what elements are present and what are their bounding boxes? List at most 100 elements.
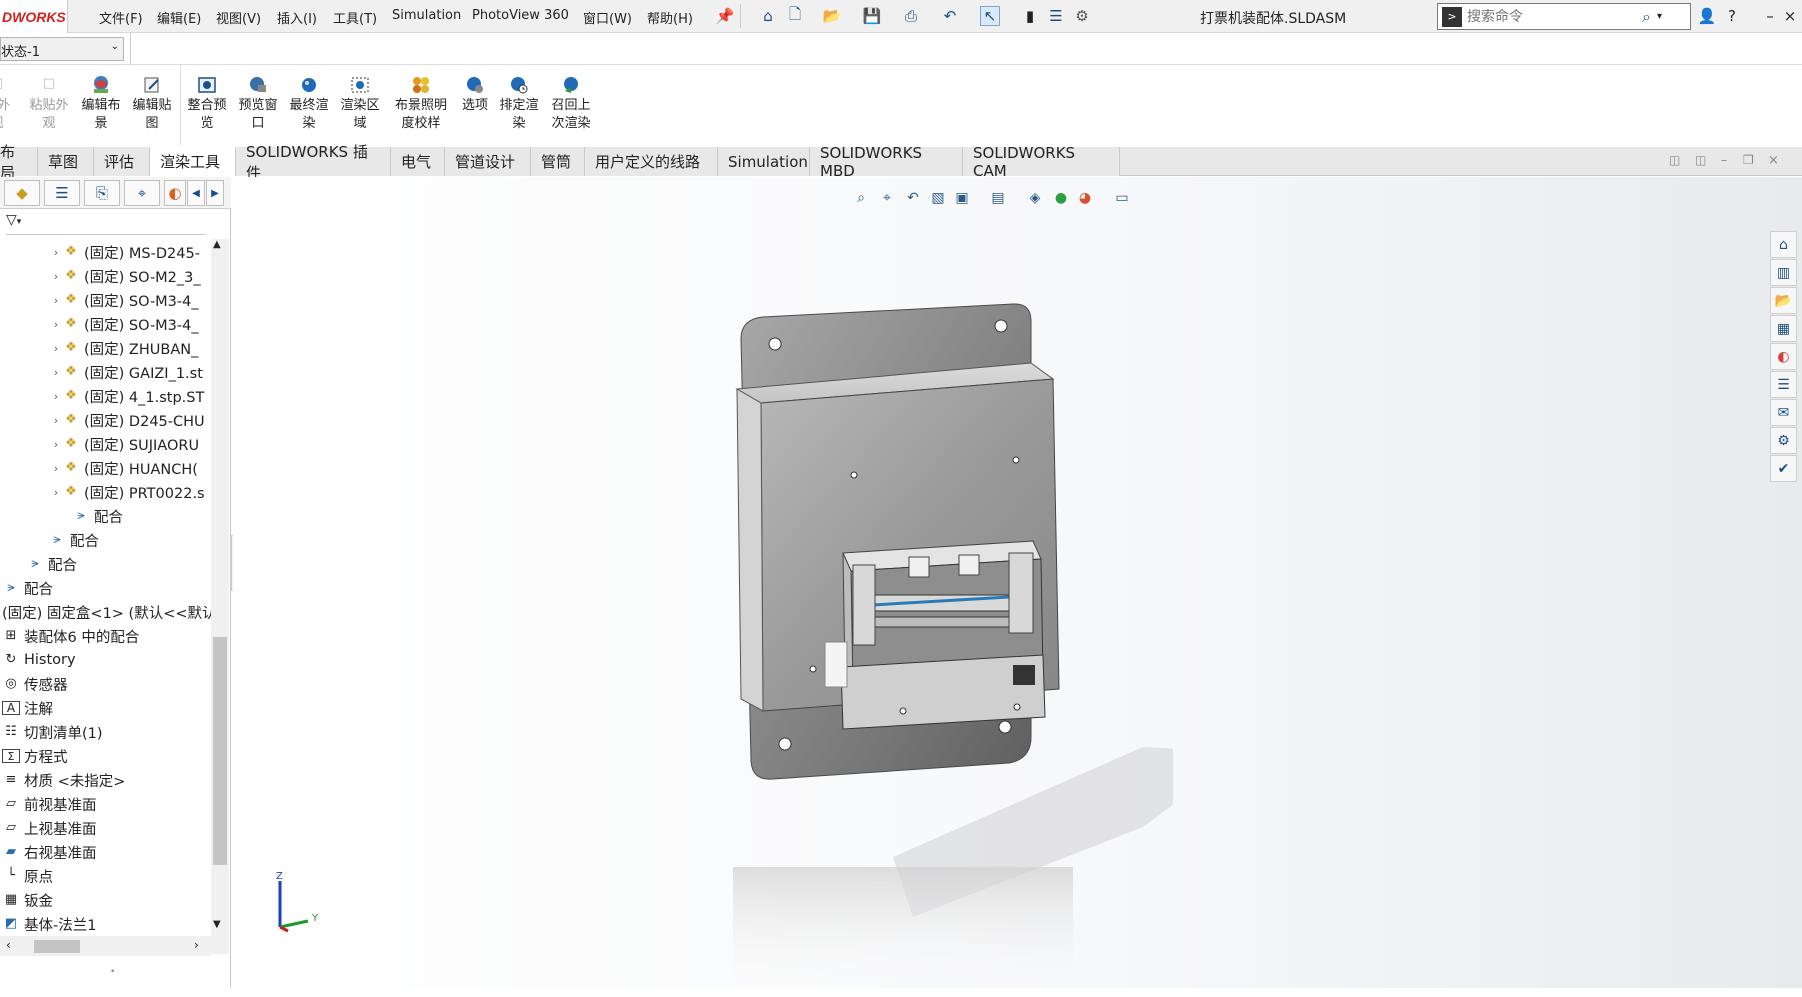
search-icon[interactable]: ⌕ [1642,7,1651,27]
save-icon[interactable]: 💾 [862,6,882,26]
undo-icon[interactable]: ↶ [940,6,960,26]
scene-illumination-button[interactable]: 布景照明 度校样 [391,75,451,133]
close-doc-icon[interactable]: × [1768,153,1779,168]
task-pane-plugins[interactable]: ⚙ [1770,427,1797,454]
menu-photoview[interactable]: PhotoView 360 [472,8,569,23]
tree-component[interactable]: › ❖ (固定) SO-M3-4_ [50,312,211,336]
task-pane-home[interactable]: ⌂ [1770,231,1797,258]
expand-arrow-icon[interactable]: › [50,294,62,307]
tab-tubing[interactable]: 管筒 [531,147,585,176]
integrated-preview-button[interactable]: 整合预 览 [182,75,232,133]
expand-arrow-icon[interactable]: › [50,366,62,379]
final-render-button[interactable]: 最终渲 染 [284,75,334,133]
tree-item[interactable]: └ 原点 [2,864,211,888]
scroll-left-button[interactable]: ◀ [187,180,205,206]
tab-layout[interactable]: 布局 [0,143,38,182]
menu-window[interactable]: 窗口(W) [583,8,632,27]
edit-decal-button[interactable]: 编辑贴 图 [127,75,177,133]
expand-arrow-icon[interactable]: › [50,342,62,355]
zoom-to-area-icon[interactable]: ⌖ [876,187,898,209]
task-pane-view-palette[interactable]: ▦ [1770,315,1797,342]
tree-item[interactable]: ↻ History [2,648,211,672]
expand-arrow-icon[interactable]: › [50,462,62,475]
tree-item[interactable]: ▱ 上视基准面 [2,816,211,840]
configuration-select[interactable]: 状态-1 ⌄ [0,37,124,61]
expand-arrow-icon[interactable]: › [50,486,62,499]
tree-item[interactable]: ≡ 材质 <未指定> [2,768,211,792]
expand-arrow-icon[interactable]: › [50,414,62,427]
tree-component[interactable]: › ❖ (固定) PRT0022.s [50,480,211,504]
view-settings-icon[interactable]: ▭ [1111,187,1133,209]
app-logo[interactable]: DWORKS [0,0,68,33]
task-pane-custom-properties[interactable]: ☰ [1770,371,1797,398]
print-icon[interactable]: ⎙ [901,6,921,26]
menu-simulation[interactable]: Simulation [392,8,461,23]
tree-item[interactable]: Σ 方程式 [2,744,211,768]
scroll-down-icon[interactable]: ▼ [213,919,221,930]
tab-simulation[interactable]: Simulation [718,147,810,176]
tree-item[interactable]: A 注解 [2,696,211,720]
view-orientation-icon[interactable]: ▤ [987,187,1009,209]
menu-view[interactable]: 视图(V) [216,8,261,27]
paste-appearance-button-partial[interactable]: □剪外 观 [0,75,22,133]
panel-splitter-icon[interactable]: • [110,967,115,977]
options-button[interactable]: 选项 [450,75,500,115]
user-icon[interactable]: 👤 [1697,6,1717,26]
tree-mates[interactable]: ⪫ 配合 [2,576,211,600]
task-pane-appearances[interactable]: ◐ [1770,343,1797,370]
task-pane-design-checker[interactable]: ✔ [1770,455,1797,482]
tab-electrical[interactable]: 电气 [391,147,445,176]
new-document-icon[interactable]: 🗋 [785,5,805,26]
chevron-down-icon[interactable]: ▾ [1657,11,1662,22]
menu-insert[interactable]: 插入(I) [277,8,317,27]
apply-scene-icon[interactable]: ◕ [1074,187,1096,209]
filter-button[interactable]: ▽▾ [6,212,21,228]
previous-view-icon[interactable]: ↶ [902,187,924,209]
zoom-to-fit-icon[interactable]: ⌕ [850,187,872,209]
schedule-render-button[interactable]: 排定渲 染 [494,75,544,133]
display-manager-tab[interactable]: ◐ [164,180,186,206]
menu-help[interactable]: 帮助(H) [647,8,693,27]
section-view-icon[interactable]: ▧ [927,187,949,209]
close-icon[interactable]: × [1780,6,1800,26]
tree-mates[interactable]: ⪫ 配合 [26,552,211,576]
tree-item[interactable]: ▱ 前视基准面 [2,792,211,816]
tree-item[interactable]: ◎ 传感器 [2,672,211,696]
menu-file[interactable]: 文件(F) [99,8,143,27]
edit-scene-button[interactable]: 编辑布 景 [76,75,126,133]
restore-doc-icon[interactable]: ❐ [1743,153,1754,167]
tab-cam[interactable]: SOLIDWORKS CAM [963,144,1120,180]
restore-pane-icon[interactable]: ◫ [1669,153,1680,167]
help-icon[interactable]: ? [1722,6,1742,26]
tab-solidworks-addins[interactable]: SOLIDWORKS 插件 [236,143,391,182]
tree-item[interactable]: (固定) 固定盒<1> (默认<<默认 [2,600,211,624]
horizontal-scroll-thumb[interactable] [34,940,80,953]
assembly-model[interactable] [713,297,1173,997]
menu-edit[interactable]: 编辑(E) [157,8,201,27]
tree-component[interactable]: › ❖ (固定) 4_1.stp.ST [50,384,211,408]
vertical-scroll-thumb[interactable] [213,637,227,865]
tab-piping[interactable]: 管道设计 [445,147,531,176]
pin-icon[interactable]: 📌 [715,6,735,26]
open-folder-icon[interactable]: 📂 [822,6,842,26]
dimxpert-tab[interactable]: ⌖ [124,180,160,206]
search-box[interactable]: > ⌕ ▾ [1437,3,1691,30]
minimize-doc-icon[interactable]: – [1721,153,1727,167]
tree-mates[interactable]: ⪫ 配合 [72,504,211,528]
select-cursor-icon[interactable]: ↖ [980,6,1000,26]
tree-component[interactable]: › ❖ (固定) GAIZI_1.st [50,360,211,384]
tab-user-routing[interactable]: 用户定义的线路 [585,147,718,176]
home-icon[interactable]: ⌂ [758,6,778,26]
traffic-light-icon[interactable]: ▮ [1020,6,1040,26]
task-pane-file-explorer[interactable]: 📂 [1770,287,1797,314]
tree-component[interactable]: › ❖ (固定) SUJIAORU [50,432,211,456]
graphics-area[interactable]: ⌕ ⌖ ↶ ▧ ▣ ▤ ◈ ● ◕ ▭ ◫ ◫ – ❐ × ⌂ ▥ 📂 ▦ ◐ … [233,153,1802,997]
tree-component[interactable]: › ❖ (固定) SO-M2_3_ [50,264,211,288]
menu-tools[interactable]: 工具(T) [333,8,377,27]
tree-horizontal-scrollbar[interactable] [0,936,211,956]
tab-mbd[interactable]: SOLIDWORKS MBD [810,144,963,180]
configuration-manager-tab[interactable]: ⎘ [84,180,120,206]
file-properties-icon[interactable]: ☰ [1046,6,1066,26]
task-pane-resources[interactable]: ▥ [1770,259,1797,286]
scroll-left-icon[interactable]: ‹ [6,938,11,952]
